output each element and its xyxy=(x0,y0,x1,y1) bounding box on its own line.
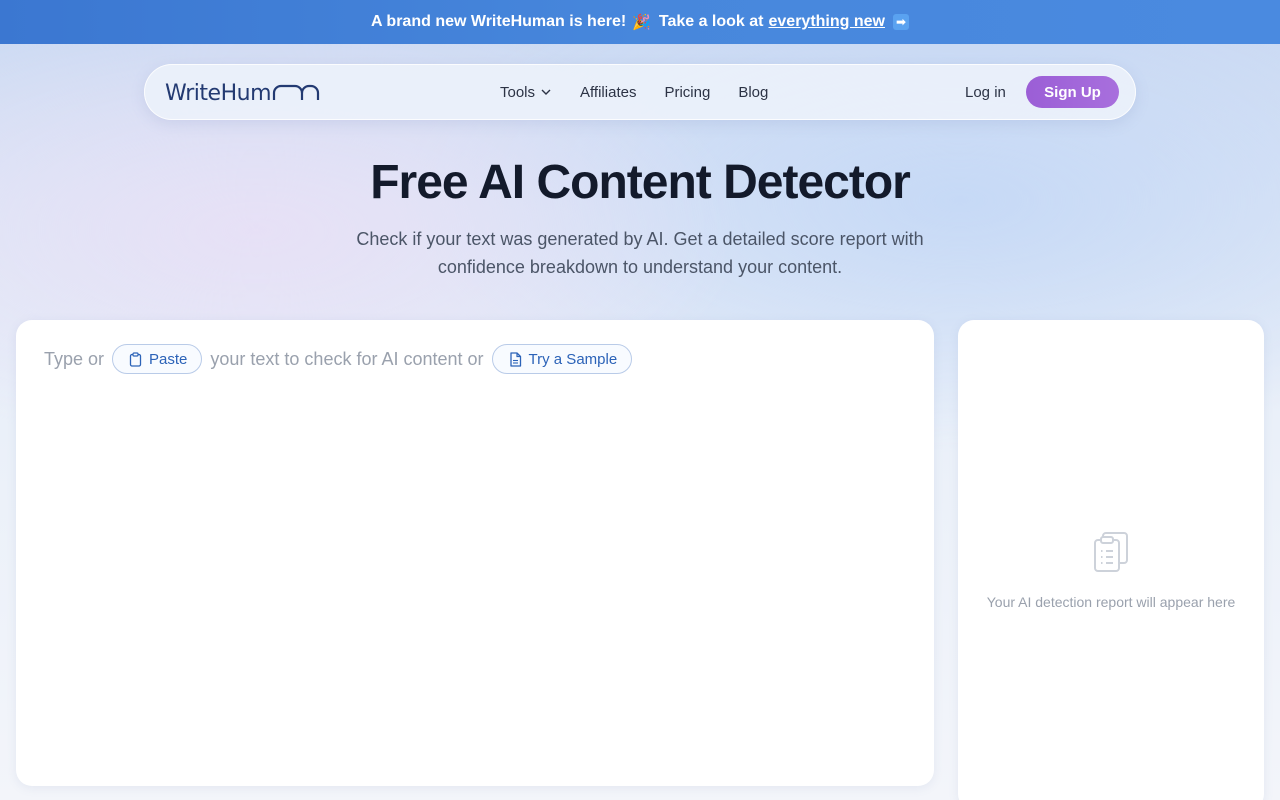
report-panel: Your AI detection report will appear her… xyxy=(958,320,1264,800)
placeholder-middle: your text to check for AI content or xyxy=(210,348,484,369)
logo[interactable]: WriteHum xyxy=(165,80,320,106)
party-icon: 🎉 xyxy=(632,14,651,31)
editor-placeholder: Type or Paste your text to check for AI … xyxy=(44,344,640,374)
text-input-area[interactable]: Type or Paste your text to check for AI … xyxy=(16,320,934,786)
clipboard-list-icon xyxy=(1094,532,1128,572)
paste-button[interactable]: Paste xyxy=(112,344,203,374)
signup-button[interactable]: Sign Up xyxy=(1026,76,1119,108)
clipboard-icon xyxy=(129,351,142,367)
banner-text: A brand new WriteHuman is here! xyxy=(371,13,627,30)
arrow-right-icon: ➡ xyxy=(892,14,909,30)
placeholder-prefix: Type or xyxy=(44,348,105,369)
top-nav: WriteHum Tools Affiliates Pricing Blog L… xyxy=(144,64,1136,120)
banner-cta-prefix: Take a look at xyxy=(658,13,764,30)
document-icon xyxy=(509,351,521,367)
logo-text: WriteHum xyxy=(165,80,272,106)
try-sample-label: Try a Sample xyxy=(528,350,618,368)
logo-pill-icon xyxy=(272,84,320,100)
report-placeholder: Your AI detection report will appear her… xyxy=(986,594,1236,610)
paste-label: Paste xyxy=(149,350,188,368)
announcement-banner: A brand new WriteHuman is here! 🎉 Take a… xyxy=(0,0,1280,44)
chevron-down-icon xyxy=(541,89,551,95)
nav-pricing[interactable]: Pricing xyxy=(664,84,710,101)
nav-links: Tools Affiliates Pricing Blog xyxy=(500,64,796,120)
login-link[interactable]: Log in xyxy=(965,64,1006,120)
nav-blog[interactable]: Blog xyxy=(738,84,768,101)
page-title: Free AI Content Detector xyxy=(370,156,911,209)
nav-affiliates[interactable]: Affiliates xyxy=(580,84,636,101)
page-subtitle: Check if your text was generated by AI. … xyxy=(356,229,924,277)
banner-link[interactable]: everything new xyxy=(769,13,885,31)
try-sample-button[interactable]: Try a Sample xyxy=(491,344,633,374)
nav-tools[interactable]: Tools xyxy=(500,84,552,101)
nav-tools-label: Tools xyxy=(500,83,536,101)
